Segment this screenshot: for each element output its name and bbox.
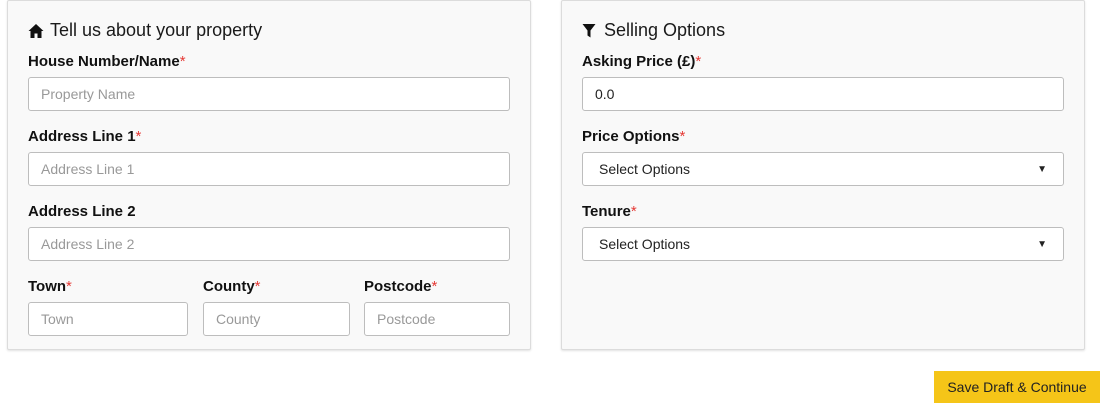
caret-down-icon: ▼ <box>1037 238 1047 250</box>
tenure-select[interactable]: Select Options ▼ <box>582 227 1064 261</box>
postcode-label: Postcode* <box>364 278 438 295</box>
county-label: County* <box>203 278 261 295</box>
asking-price-field: Asking Price (£)* <box>582 53 701 71</box>
property-panel-title: Tell us about your property <box>28 20 262 41</box>
property-title-text: Tell us about your property <box>50 20 263 40</box>
home-icon <box>28 23 44 39</box>
house-field: House Number/Name* <box>28 53 186 71</box>
required-marker: * <box>679 128 686 145</box>
address2-label: Address Line 2 <box>28 203 136 220</box>
tenure-label: Tenure* <box>582 203 637 220</box>
postcode-input[interactable] <box>364 302 510 336</box>
selling-panel-title: Selling Options <box>582 20 725 41</box>
address1-field: Address Line 1* <box>28 128 141 146</box>
property-panel: Tell us about your property House Number… <box>7 0 531 350</box>
tenure-value: Select Options <box>599 236 691 252</box>
address2-field: Address Line 2 <box>28 203 136 221</box>
town-input[interactable] <box>28 302 188 336</box>
price-options-select[interactable]: Select Options ▼ <box>582 152 1064 186</box>
required-marker: * <box>254 278 261 295</box>
required-marker: * <box>179 53 186 70</box>
address-line-1-input[interactable] <box>28 152 510 186</box>
required-marker: * <box>630 203 637 220</box>
county-input[interactable] <box>203 302 350 336</box>
required-marker: * <box>135 128 142 145</box>
selling-options-panel: Selling Options Asking Price (£)* Price … <box>561 0 1085 350</box>
required-marker: * <box>695 53 702 70</box>
required-marker: * <box>431 278 438 295</box>
county-field: County* <box>203 278 261 296</box>
filter-icon <box>582 23 598 39</box>
house-name-input[interactable] <box>28 77 510 111</box>
address-line-2-input[interactable] <box>28 227 510 261</box>
price-options-value: Select Options <box>599 161 691 177</box>
town-field: Town* <box>28 278 72 296</box>
save-draft-continue-button[interactable]: Save Draft & Continue <box>934 371 1100 403</box>
selling-title-text: Selling Options <box>604 20 726 40</box>
postcode-field: Postcode* <box>364 278 437 296</box>
town-label: Town* <box>28 278 72 295</box>
tenure-field: Tenure* <box>582 203 637 221</box>
house-label: House Number/Name* <box>28 53 186 70</box>
address1-label: Address Line 1* <box>28 128 142 145</box>
price-options-field: Price Options* <box>582 128 685 146</box>
required-marker: * <box>66 278 72 295</box>
caret-down-icon: ▼ <box>1037 163 1047 175</box>
asking-price-label: Asking Price (£)* <box>582 53 702 70</box>
price-options-label: Price Options* <box>582 128 686 145</box>
asking-price-input[interactable] <box>582 77 1064 111</box>
